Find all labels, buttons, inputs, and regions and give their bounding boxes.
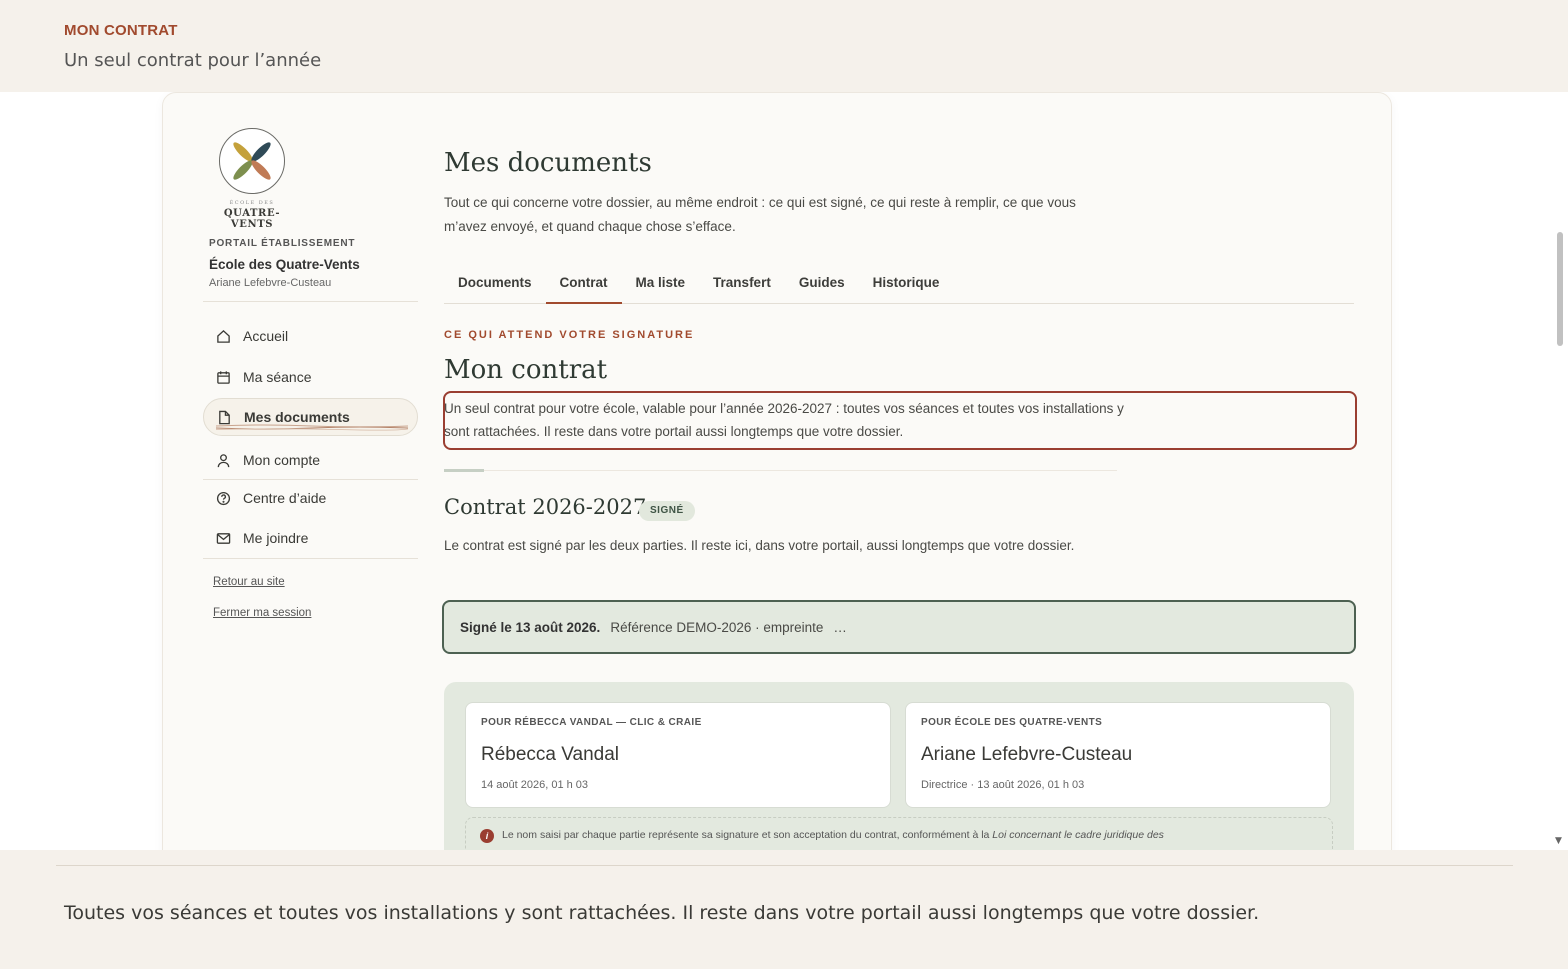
signature-name: Rébecca Vandal: [481, 744, 620, 765]
separator-accent: [444, 469, 484, 472]
sidebar-divider: [203, 558, 418, 559]
legal-text: Le nom saisi par chaque partie représent…: [502, 829, 990, 841]
section-separator: [444, 470, 1117, 471]
tab-historique[interactable]: Historique: [859, 263, 954, 304]
user-icon: [215, 452, 231, 468]
logo-wordmark: QUATRE-VENTS: [223, 208, 281, 230]
logout-link[interactable]: Fermer ma session: [213, 607, 311, 619]
signature-name: Ariane Lefebvre-Custeau: [921, 744, 1133, 765]
banner-kicker: MON CONTRAT: [64, 22, 178, 39]
signed-date: Signé le 13 août 2026.: [460, 619, 601, 635]
sidebar-divider: [203, 301, 418, 302]
sidebar-item-accueil[interactable]: Accueil: [203, 317, 418, 355]
sidebar-item-label: Ma séance: [243, 369, 312, 385]
signature-date: 14 août 2026, 01 h 03: [481, 779, 589, 791]
signatures-panel: POUR RÉBECCA VANDAL — CLIC & CRAIE Rébec…: [444, 682, 1354, 850]
active-underline-decoration: [216, 424, 408, 431]
portal-card: ÉCOLE DES QUATRE-VENTS PORTAIL ÉTABLISSE…: [162, 92, 1392, 850]
top-banner: MON CONTRAT Un seul contrat pour l’année: [0, 0, 1568, 92]
tab-guides[interactable]: Guides: [785, 263, 859, 304]
page-description: Tout ce qui concerne votre dossier, au m…: [444, 195, 1076, 234]
tab-documents[interactable]: Documents: [444, 263, 546, 304]
scroll-down-arrow-icon[interactable]: ▼: [1555, 836, 1562, 846]
legal-notice: i Le nom saisi par chaque partie représe…: [465, 817, 1333, 850]
sidebar-item-me-joindre[interactable]: Me joindre: [203, 519, 418, 557]
legal-law-name: Loi concernant le cadre juridique des: [992, 829, 1164, 841]
tab-contrat[interactable]: Contrat: [545, 263, 622, 304]
home-icon: [215, 328, 231, 344]
tab-ma-liste[interactable]: Ma liste: [622, 263, 700, 304]
sidebar-item-label: Me joindre: [243, 530, 309, 546]
sidebar-item-ma-seance[interactable]: Ma séance: [203, 358, 418, 396]
contract-title: Contrat 2026-2027: [444, 495, 647, 519]
back-to-site-link[interactable]: Retour au site: [213, 576, 285, 588]
calendar-icon: [215, 369, 231, 385]
help-icon: [215, 490, 231, 506]
footer-caption: Toutes vos séances et toutes vos install…: [64, 902, 1260, 924]
logo-subtitle: ÉCOLE DES: [229, 200, 275, 206]
signature-date: Directrice · 13 août 2026, 01 h 03: [921, 779, 1085, 791]
document-tabs: Documents Contrat Ma liste Transfert Gui…: [444, 263, 1354, 304]
contract-reference: Référence DEMO-2026 · empreinte: [610, 619, 824, 635]
pinwheel-logo-icon: [233, 142, 271, 180]
section-kicker: CE QUI ATTEND VOTRE SIGNATURE: [444, 329, 695, 341]
status-badge: SIGNÉ: [639, 501, 695, 521]
sidebar-item-mon-compte[interactable]: Mon compte: [203, 441, 418, 479]
scrollbar-thumb[interactable]: [1557, 232, 1563, 346]
portal-label: PORTAIL ÉTABLISSEMENT: [209, 238, 356, 249]
school-name: École des Quatre-Vents: [209, 257, 360, 272]
section-title: Mon contrat: [444, 355, 608, 385]
signature-card: POUR RÉBECCA VANDAL — CLIC & CRAIE Rébec…: [465, 702, 891, 808]
signature-card: POUR ÉCOLE DES QUATRE-VENTS Ariane Lefeb…: [905, 702, 1331, 808]
sidebar-item-label: Accueil: [243, 328, 289, 344]
signature-role: POUR RÉBECCA VANDAL — CLIC & CRAIE: [481, 717, 702, 728]
banner-subtitle: Un seul contrat pour l’année: [64, 50, 322, 71]
caption-divider: [56, 865, 1513, 866]
sidebar-item-mes-documents[interactable]: Mes documents: [203, 398, 418, 436]
fingerprint-expand[interactable]: …: [833, 620, 847, 635]
browser-viewport: ÉCOLE DES QUATRE-VENTS PORTAIL ÉTABLISSE…: [0, 92, 1568, 850]
sidebar-item-label: Centre d’aide: [243, 490, 327, 506]
info-icon: i: [480, 829, 494, 843]
page-title: Mes documents: [444, 148, 652, 178]
user-name: Ariane Lefebvre-Custeau: [209, 277, 332, 289]
tab-transfert[interactable]: Transfert: [699, 263, 785, 304]
signature-role: POUR ÉCOLE DES QUATRE-VENTS: [921, 717, 1103, 728]
intro-text: Un seul contrat pour votre école, valabl…: [444, 401, 1124, 439]
sidebar-item-centre-aide[interactable]: Centre d’aide: [203, 479, 418, 517]
mail-icon: [215, 530, 231, 546]
signature-summary-bar: Signé le 13 août 2026. Référence DEMO-20…: [442, 600, 1356, 654]
contract-description: Le contrat est signé par les deux partie…: [444, 538, 1075, 553]
sidebar-item-label: Mon compte: [243, 452, 321, 468]
school-logo[interactable]: [219, 128, 285, 194]
page-scrollbar[interactable]: ▼: [1553, 92, 1568, 850]
